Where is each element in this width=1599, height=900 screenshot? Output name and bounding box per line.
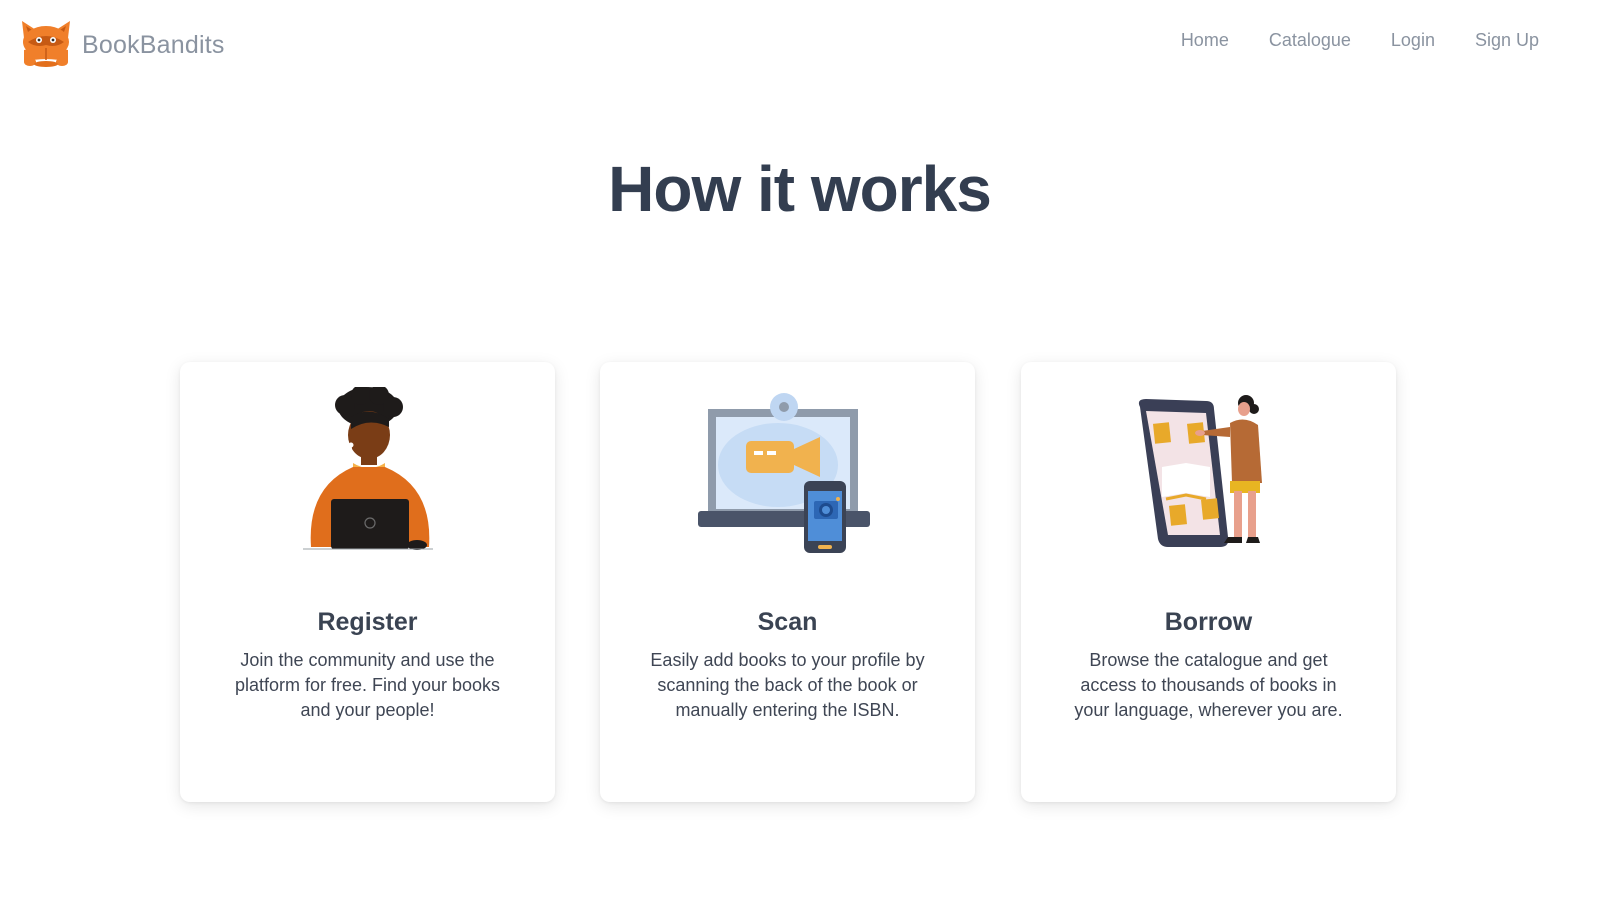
step-card-register: Register Join the community and use the … xyxy=(180,362,555,802)
raccoon-logo-icon xyxy=(18,18,74,73)
woman-with-tablet-books-illustration xyxy=(1021,382,1396,562)
step-description: Join the community and use the platform … xyxy=(234,650,501,720)
nav-link-sign-up[interactable]: Sign Up xyxy=(1475,30,1539,51)
step-card-borrow: Borrow Browse the catalogue and get acce… xyxy=(1021,362,1396,802)
brand-link[interactable]: BookBandits xyxy=(18,18,225,73)
step-card-scan: Scan Easily add books to your profile by… xyxy=(600,362,975,802)
how-it-works-cards: Register Join the community and use the … xyxy=(180,362,1420,802)
brand-name: BookBandits xyxy=(82,31,225,59)
laptop-phone-camera-illustration xyxy=(600,382,975,562)
nav-link-home[interactable]: Home xyxy=(1181,30,1229,51)
nav-link-login[interactable]: Login xyxy=(1391,30,1435,51)
navbar: BookBandits Home Catalogue Login Sign Up xyxy=(0,0,1599,86)
main-nav: Home Catalogue Login Sign Up xyxy=(1181,30,1539,51)
step-title: Borrow xyxy=(1164,608,1253,636)
step-title: Register xyxy=(317,608,418,636)
step-description: Browse the catalogue and get access to t… xyxy=(1074,650,1343,720)
page-title: How it works xyxy=(608,153,992,225)
step-description: Easily add books to your profile by scan… xyxy=(650,650,925,720)
step-title: Scan xyxy=(757,608,818,636)
person-with-laptop-illustration xyxy=(180,382,555,562)
nav-link-catalogue[interactable]: Catalogue xyxy=(1269,30,1351,51)
